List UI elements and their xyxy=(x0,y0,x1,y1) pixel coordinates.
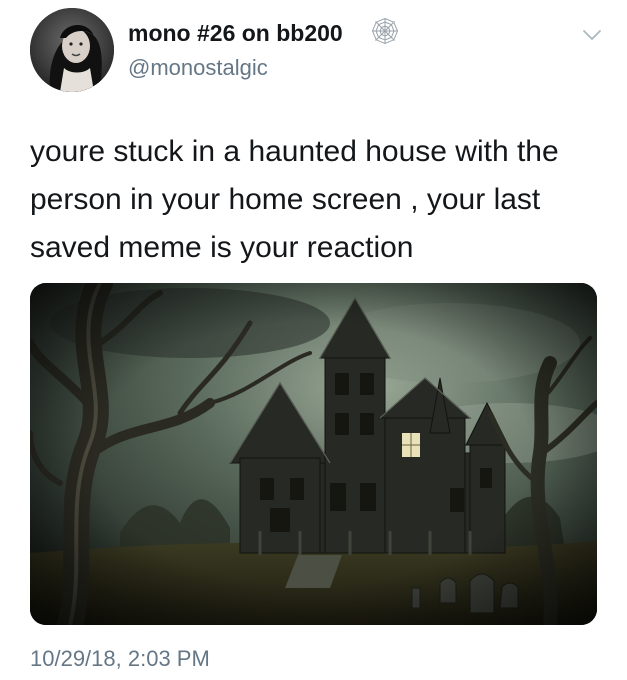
tweet-text-line: youre stuck in a haunted house with the xyxy=(30,135,559,168)
chevron-down-icon[interactable] xyxy=(582,28,602,42)
handle[interactable]: @monostalgic xyxy=(128,55,268,81)
tweet-card: mono #26 on bb200 @monostalgic youre stu… xyxy=(0,0,627,680)
timestamp[interactable]: 10/29/18, 2:03 PM xyxy=(30,646,210,672)
tweet-text-line: person in your home screen , your last xyxy=(30,183,541,216)
tweet-text-line: saved meme is your reaction xyxy=(30,231,414,264)
spiderweb-icon xyxy=(371,17,399,45)
tweet-text: youre stuck in a haunted house with the … xyxy=(30,128,610,272)
avatar[interactable] xyxy=(30,8,114,92)
display-name[interactable]: mono #26 on bb200 xyxy=(128,20,343,47)
tweet-media-image[interactable] xyxy=(30,283,597,625)
avatar-image xyxy=(30,8,114,92)
haunted-house-image xyxy=(30,283,597,625)
